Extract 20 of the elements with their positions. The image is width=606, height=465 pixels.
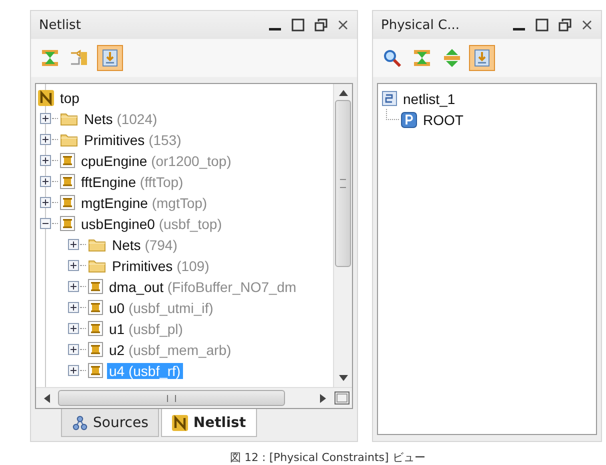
- tree-item[interactable]: u2 (usbf_mem_arb): [107, 342, 234, 358]
- tree-item[interactable]: dma_out (FifoBuffer_NO7_dm: [107, 278, 298, 294]
- tree-item[interactable]: Primitives (109): [110, 258, 212, 274]
- panel-title: Netlist: [39, 18, 81, 32]
- tree-item[interactable]: u0 (usbf_utmi_if): [107, 300, 216, 316]
- tree-item[interactable]: netlist_1: [401, 90, 458, 106]
- panel-title: Physical C...: [381, 18, 460, 32]
- tree-item[interactable]: Nets (1024): [82, 110, 160, 126]
- panel-tab[interactable]: Sources: [61, 409, 160, 437]
- tree-item[interactable]: fftEngine (fftTop): [79, 174, 186, 190]
- tree-item[interactable]: Nets (794): [110, 236, 180, 252]
- tree-item[interactable]: ROOT: [421, 112, 466, 128]
- tree-item[interactable]: mgtEngine (mgtTop): [79, 194, 210, 210]
- tree-item[interactable]: top: [58, 90, 82, 106]
- tree-item[interactable]: Primitives (153): [82, 132, 184, 148]
- panel-tab[interactable]: Netlist: [161, 409, 257, 437]
- tree-item[interactable]: cpuEngine (or1200_top): [79, 152, 234, 168]
- tree-item[interactable]: u1 (usbf_pl): [107, 320, 185, 336]
- tree-item[interactable]: usbEngine0 (usbf_top): [79, 216, 224, 232]
- figure-caption: 図 12 : [Physical Constraints] ビュー: [229, 450, 426, 465]
